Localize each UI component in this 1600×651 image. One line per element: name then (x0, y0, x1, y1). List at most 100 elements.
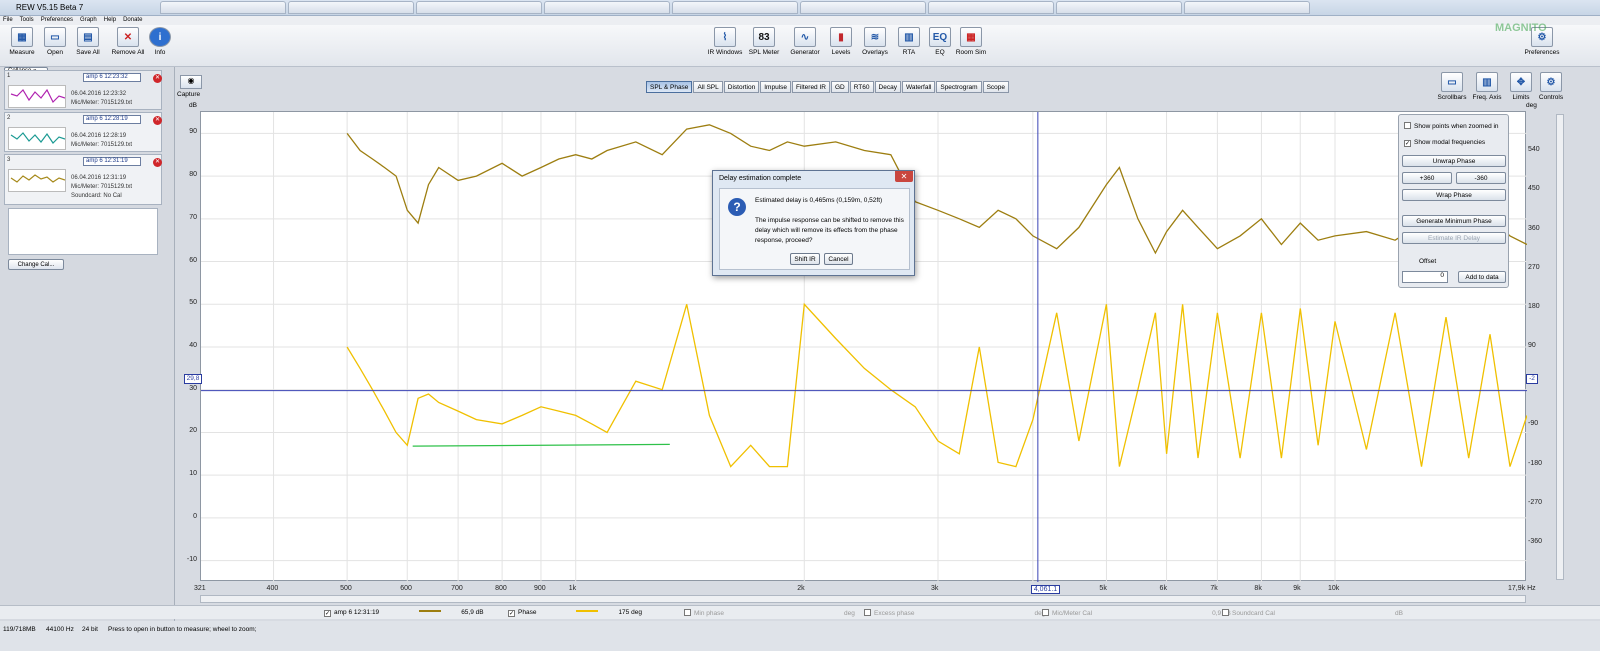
browser-tab[interactable] (800, 1, 926, 14)
menu-graph[interactable]: Graph (77, 16, 101, 23)
legend-bar: ✓ amp 6 12:31:19 65,9 dB ✓ Phase 175 deg Min p… (0, 605, 1600, 619)
vertical-scrollbar[interactable] (1556, 114, 1564, 580)
main-toolbar: ▦ Measure ▭ Open ▤ Save All ✕ Remove All i In… (0, 25, 1600, 67)
y-tick-label-left: 70 (189, 213, 197, 221)
spl-meter-button[interactable]: 83 SPL Meter (743, 25, 785, 56)
graph-controls-panel: Show points when zoomed in ✓ Show modal f… (1398, 114, 1509, 288)
generate-minimum-phase-button[interactable]: Generate Minimum Phase (1402, 215, 1506, 227)
x-tick-label: 1k (568, 585, 577, 592)
spl-meter-icon: 83 (753, 27, 775, 47)
tab-filtered-ir[interactable]: Filtered IR (792, 81, 830, 93)
legend-item[interactable]: Mic/Meter Cal0,9 dB (1042, 609, 1231, 617)
tab-decay[interactable]: Decay (874, 81, 901, 93)
generator-icon: ∿ (794, 27, 816, 47)
unwrap-phase-button[interactable]: Unwrap Phase (1402, 155, 1506, 167)
camera-icon[interactable]: ◉ (180, 75, 202, 89)
legend-value: deg (844, 610, 855, 617)
show-modal-checkbox[interactable]: ✓ Show modal frequencies (1404, 139, 1485, 147)
tab-impulse[interactable]: Impulse (760, 81, 791, 93)
close-icon[interactable]: ✕ (153, 158, 162, 167)
add-to-data-button[interactable]: Add to data (1458, 271, 1506, 283)
offset-input[interactable]: 0 (1402, 271, 1448, 283)
browser-tab[interactable] (416, 1, 542, 14)
browser-tabs (160, 1, 1312, 14)
y-axis-unit-left: dB (189, 102, 197, 109)
legend-checkbox[interactable] (1222, 609, 1229, 616)
save-icon: ▤ (77, 27, 99, 47)
browser-tab[interactable] (544, 1, 670, 14)
y-tick-label-right: 540 (1528, 146, 1540, 154)
legend-item[interactable]: Excess phase deg (864, 609, 1045, 617)
tab-scope[interactable]: Scope (982, 81, 1010, 93)
room-sim-button[interactable]: ▦ Room Sim (950, 25, 992, 56)
x-tick-label: 321 (194, 585, 206, 592)
tab-spectrogram[interactable]: Spectrogram (936, 81, 982, 93)
legend-checkbox[interactable]: ✓ (324, 610, 331, 617)
browser-tab[interactable] (160, 1, 286, 14)
browser-tab[interactable] (672, 1, 798, 14)
legend-item[interactable]: ✓ amp 6 12:31:19 65,9 dB (324, 609, 484, 617)
menu-preferences[interactable]: Preferences (38, 16, 77, 23)
tab-all-spl[interactable]: All SPL (693, 81, 723, 93)
ir-windows-button[interactable]: ⌇ IR Windows (704, 25, 746, 56)
browser-tab[interactable] (1056, 1, 1182, 14)
y-tick-label-left: 0 (193, 512, 197, 520)
minus-360-button[interactable]: -360 (1456, 172, 1506, 184)
dialog-title: Delay estimation complete (719, 175, 802, 182)
legend-checkbox[interactable]: ✓ (508, 610, 515, 617)
tab-distortion[interactable]: Distortion (723, 81, 760, 93)
measurement-item-1[interactable]: 1 amp 6 12:23:32 ✕ 06.04.2016 12:23:32 M… (4, 70, 162, 110)
show-points-checkbox[interactable]: Show points when zoomed in (1404, 122, 1499, 130)
wrap-phase-button[interactable]: Wrap Phase (1402, 189, 1506, 201)
cursor-y-right-label: -2 (1526, 374, 1538, 384)
menu-donate[interactable]: Donate (120, 16, 146, 23)
eq-icon: EQ (929, 27, 951, 47)
measurement-item-3[interactable]: 3 amp 6 12:31:19 ✕ 06.04.2016 12:31:19 M… (4, 154, 162, 205)
shift-ir-button[interactable]: Shift IR (790, 253, 820, 265)
measurement-name-field[interactable]: amp 6 12:31:19 (83, 157, 141, 166)
horizontal-scrollbar[interactable] (200, 595, 1526, 603)
menu-file[interactable]: File (0, 16, 17, 23)
menu-bar: File Tools Preferences Graph Help Donate (0, 16, 1600, 25)
cancel-button[interactable]: Cancel (824, 253, 853, 265)
legend-value: dB (1395, 610, 1403, 617)
measurement-name-field[interactable]: amp 6 12:23:32 (83, 73, 141, 82)
scrollbars-icon: ▭ (1441, 72, 1463, 92)
tab-rt60[interactable]: RT60 (849, 81, 874, 93)
sample-rate-status: 44100 Hz (46, 626, 74, 633)
plus-360-button[interactable]: +360 (1402, 172, 1452, 184)
legend-checkbox[interactable] (864, 609, 871, 616)
legend-checkbox[interactable] (684, 609, 691, 616)
x-tick-label: 2k (797, 585, 805, 592)
measurement-name-field[interactable]: amp 6 12:28:19 (83, 115, 141, 124)
tab-spl-phase[interactable]: SPL & Phase (646, 81, 693, 93)
save-all-button[interactable]: ▤ Save All (67, 25, 109, 56)
series-line-phase (346, 302, 1528, 468)
info-button[interactable]: i Info (139, 25, 181, 56)
legend-checkbox[interactable] (1042, 609, 1049, 616)
series-line-excess-phase (412, 443, 670, 447)
close-icon[interactable]: ✕ (153, 74, 162, 83)
legend-item[interactable]: Soundcard Cal dB (1222, 609, 1403, 617)
estimate-ir-delay-button[interactable]: Estimate IR Delay (1402, 232, 1506, 244)
browser-tab[interactable] (288, 1, 414, 14)
legend-swatch (419, 610, 442, 613)
close-icon[interactable]: ✕ (895, 171, 913, 182)
controls-icon: ⚙ (1540, 72, 1562, 92)
legend-label: Min phase (694, 610, 724, 617)
menu-help[interactable]: Help (101, 16, 120, 23)
controls-button[interactable]: ⚙ Controls (1530, 70, 1572, 101)
change-cal-button[interactable]: Change Cal... (8, 259, 64, 270)
window-title: REW V5.15 Beta 7 (16, 3, 84, 12)
tab-waterfall[interactable]: Waterfall (901, 81, 936, 93)
x-tick-label: 700 (451, 585, 463, 592)
legend-label: Soundcard Cal (1232, 610, 1275, 617)
measurement-item-2[interactable]: 2 amp 6 12:28:19 ✕ 06.04.2016 12:28:19 M… (4, 112, 162, 152)
tab-gd[interactable]: GD (830, 81, 849, 93)
browser-tab[interactable] (928, 1, 1054, 14)
legend-item[interactable]: ✓ Phase 175 deg (508, 609, 642, 617)
menu-tools[interactable]: Tools (17, 16, 38, 23)
close-icon[interactable]: ✕ (153, 116, 162, 125)
legend-item[interactable]: Min phase deg (684, 609, 855, 617)
browser-tab[interactable] (1184, 1, 1310, 14)
